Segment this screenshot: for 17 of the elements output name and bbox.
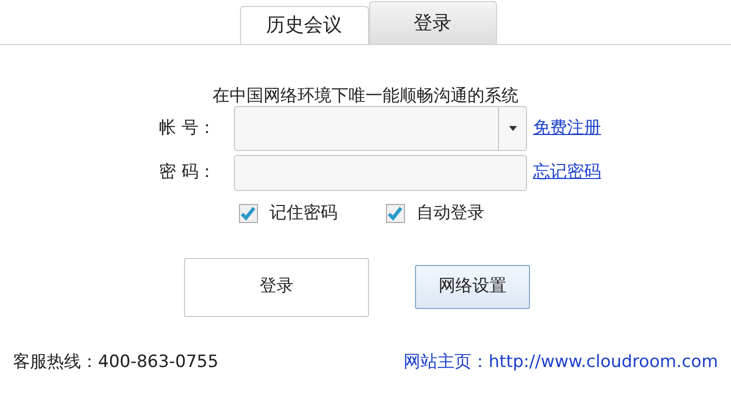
link[interactable]: 忘记密码: [533, 160, 601, 186]
tab[interactable]: 历史会议: [240, 6, 368, 44]
field-label: 密 码：: [159, 161, 216, 184]
field-label: 帐 号：: [159, 116, 216, 140]
login-button[interactable]: 登录: [184, 258, 369, 316]
slogan-text: 在中国网络环境下唯一能顺畅沟通的系统: [212, 85, 518, 108]
checkbox-label: 记住密码: [270, 202, 338, 225]
checkbox-label: 自动登录: [416, 202, 484, 225]
website-link[interactable]: 网站主页：http://www.cloudroom.com: [404, 350, 718, 375]
password-field[interactable]: [234, 155, 527, 191]
checkbox[interactable]: [238, 204, 258, 224]
checkbox[interactable]: [386, 204, 404, 224]
hotline-text: 客服热线：400-863-0755: [13, 350, 218, 374]
network-settings-button[interactable]: 网络设置: [415, 265, 530, 309]
link[interactable]: 免费注册: [533, 116, 601, 142]
dropdown-icon[interactable]: [508, 126, 516, 131]
tab[interactable]: 登录: [368, 1, 496, 44]
